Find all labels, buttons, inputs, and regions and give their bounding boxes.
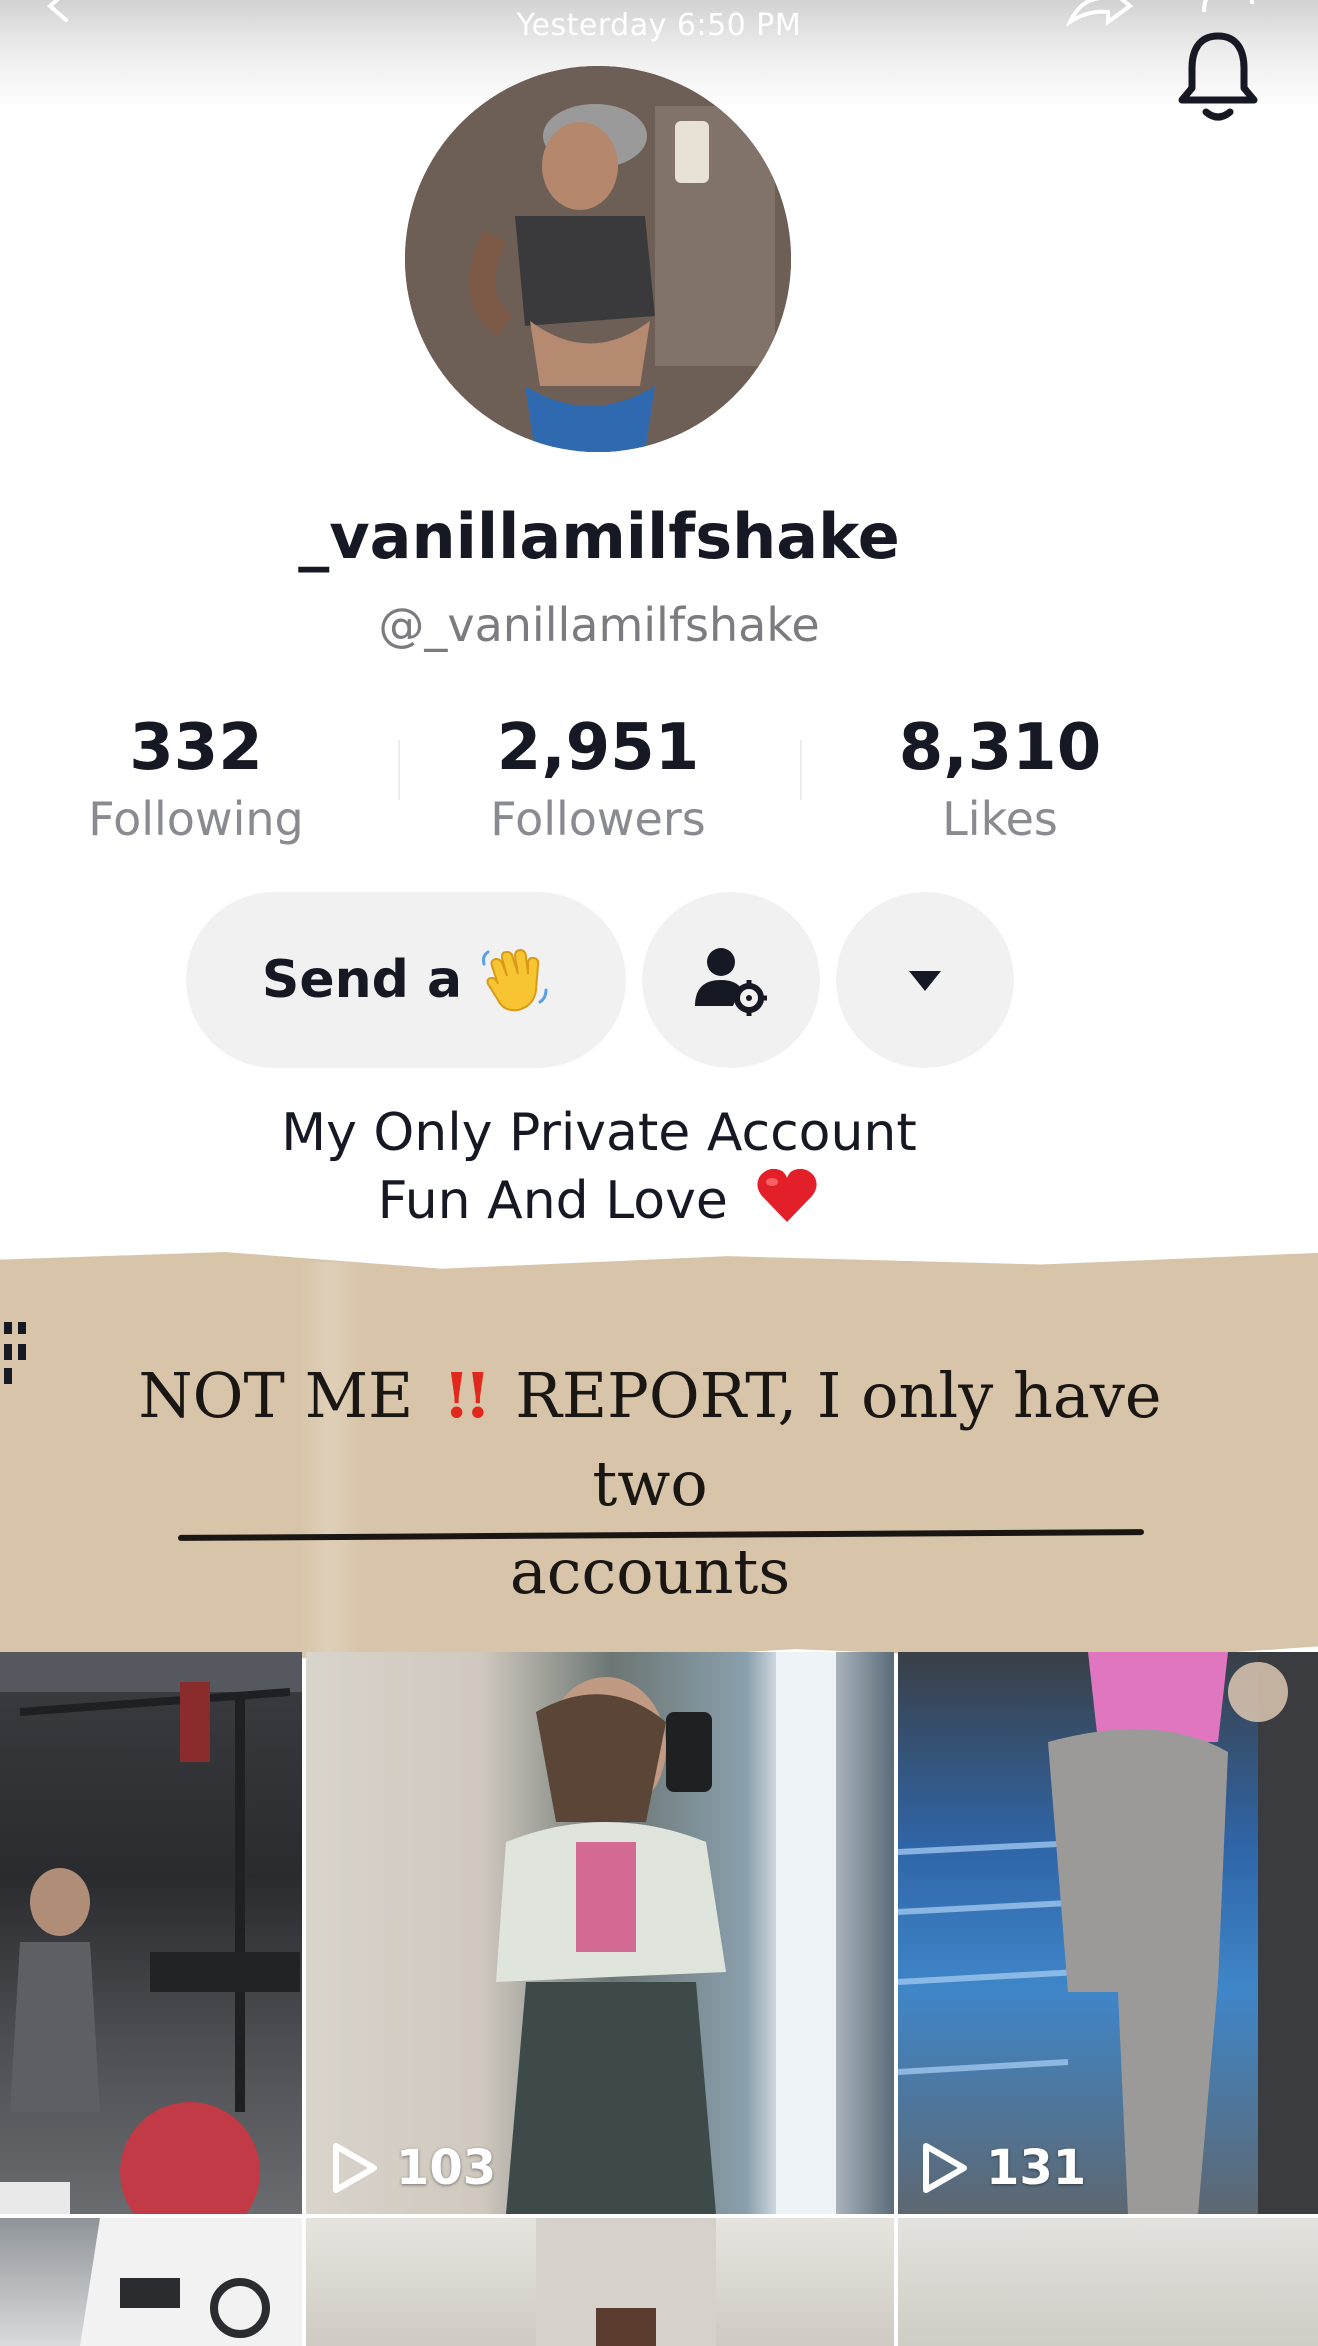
note-part-1: NOT ME: [138, 1359, 414, 1432]
view-count: 103: [330, 2140, 496, 2196]
share-icon[interactable]: [1064, 0, 1134, 26]
video-thumbnail[interactable]: [0, 2218, 302, 2346]
note-part-2: REPORT, I only have two: [515, 1359, 1162, 1520]
stat-divider: [398, 740, 400, 800]
bio-line-1: My Only Private Account: [281, 1103, 917, 1163]
stat-followers[interactable]: 2,951 Followers: [448, 716, 748, 846]
video-thumbnail[interactable]: [306, 2218, 894, 2346]
bio-line-2: Fun And Love: [0, 1166, 1198, 1234]
send-wave-button[interactable]: Send a: [186, 892, 626, 1068]
avatar-photo: [405, 66, 791, 452]
profile-bio: My Only Private Account Fun And Love: [0, 1100, 1198, 1234]
avatar[interactable]: [405, 66, 791, 452]
add-friend-settings-button[interactable]: [642, 892, 820, 1068]
play-icon: [333, 2143, 377, 2193]
room-photo: [536, 2218, 716, 2346]
edge-marks-icon: [4, 1322, 26, 1384]
following-count: 332: [129, 711, 263, 785]
report-note-text: NOT ME !! REPORT, I only have two accoun…: [80, 1352, 1220, 1616]
stat-following[interactable]: 332 Following: [46, 716, 346, 846]
stat-divider: [800, 740, 802, 800]
bio-line-2-text: Fun And Love: [377, 1171, 728, 1231]
likes-count: 8,310: [898, 711, 1102, 785]
following-label: Following: [88, 792, 304, 846]
back-icon[interactable]: [40, 0, 76, 24]
followers-count: 2,951: [496, 711, 700, 785]
video-thumbnail[interactable]: [306, 1652, 894, 2214]
username-handle: @_vanillamilfshake: [378, 598, 820, 652]
stat-likes[interactable]: 8,310 Likes: [850, 716, 1150, 846]
view-count-value: 103: [396, 2140, 497, 2196]
red-heart-icon: [757, 1168, 817, 1222]
bell-icon[interactable]: [1172, 26, 1264, 126]
likes-label: Likes: [942, 792, 1058, 846]
video-thumbnail[interactable]: [898, 2218, 1318, 2346]
display-name: _vanillamilfshake: [298, 500, 900, 573]
note-part-3: accounts: [509, 1535, 791, 1608]
followers-label: Followers: [490, 792, 706, 846]
send-button-label: Send a: [261, 950, 463, 1010]
mirror-selfie-photo: [496, 1652, 836, 2214]
double-exclamation-icon: !!: [443, 1359, 492, 1432]
video-thumbnail[interactable]: [0, 1652, 302, 2214]
person-settings-icon: [695, 948, 767, 1016]
video-thumbnail[interactable]: [898, 1652, 1318, 2214]
car-photo: [80, 2218, 302, 2346]
view-count: 131: [920, 2140, 1086, 2196]
gym-photo: [0, 1652, 302, 2214]
more-icon[interactable]: [1198, 0, 1258, 22]
gym-floor-photo: [898, 1652, 1318, 2214]
caret-down-icon: [909, 971, 941, 991]
waving-hand-icon: [482, 948, 548, 1012]
view-count-value: 131: [986, 2140, 1087, 2196]
more-options-dropdown-button[interactable]: [836, 892, 1014, 1068]
play-icon: [923, 2143, 967, 2193]
